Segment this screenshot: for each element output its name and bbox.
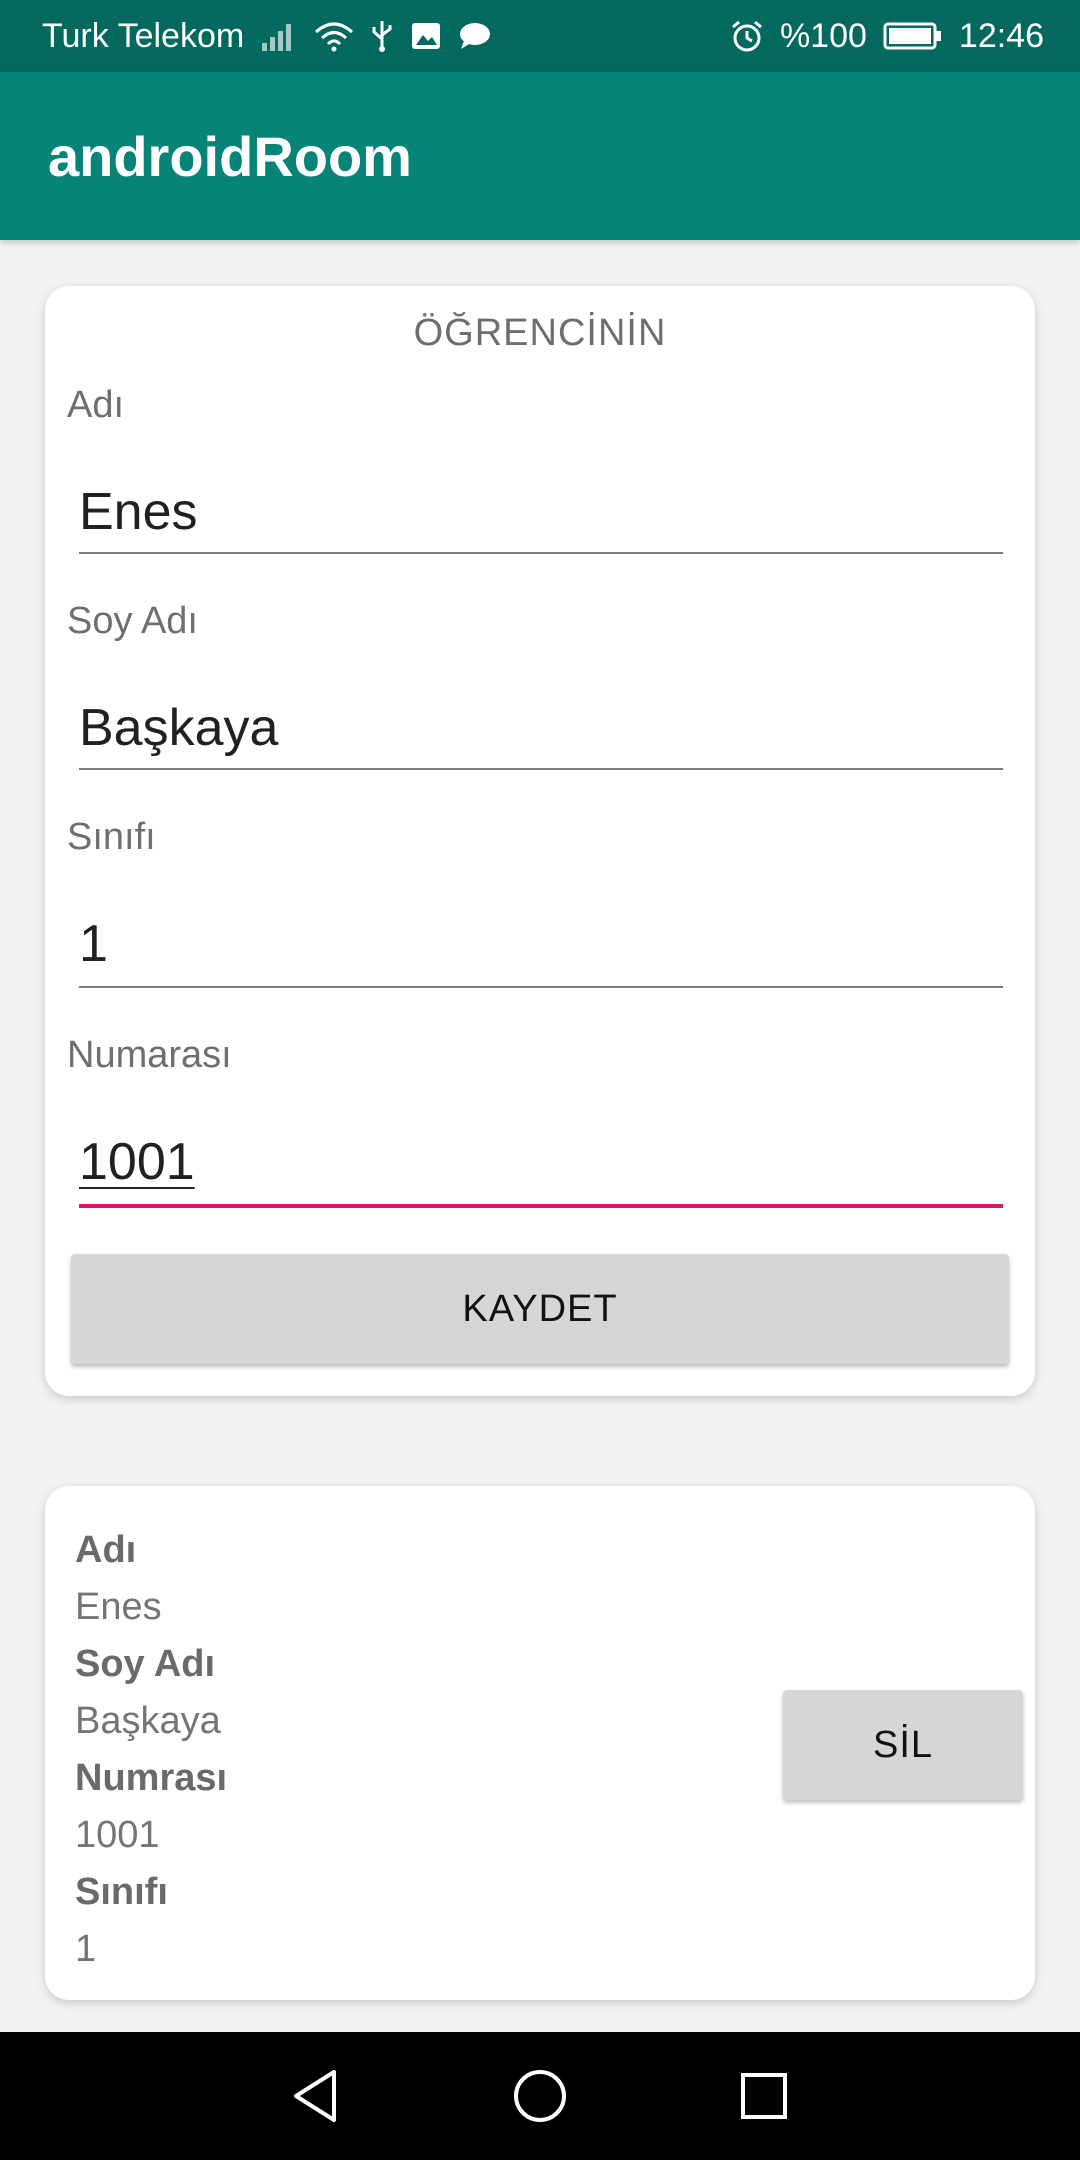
class-input-underline — [79, 986, 1003, 988]
clock: 12:46 — [958, 16, 1044, 55]
number-input[interactable]: 1001 — [79, 1132, 195, 1192]
delete-button[interactable]: SİL — [783, 1690, 1023, 1800]
home-icon[interactable] — [508, 2064, 572, 2128]
student-form-card: ÖĞRENCİNİN Adı Enes Soy Adı Başkaya Sını… — [45, 286, 1035, 1396]
record-class-value: 1 — [75, 1928, 97, 1970]
recents-icon[interactable] — [732, 2064, 796, 2128]
number-label: Numarası — [67, 1034, 232, 1076]
name-label: Adı — [67, 384, 125, 426]
record-number-value: 1001 — [75, 1814, 160, 1856]
surname-input-underline — [79, 768, 1003, 770]
surname-label: Soy Adı — [67, 600, 198, 642]
app-bar: androidRoom — [0, 72, 1080, 240]
record-surname-label: Soy Adı — [75, 1643, 216, 1685]
record-info: Adı Enes Soy Adı Başkaya Numrası 1001 Sı… — [75, 1522, 227, 1978]
app-title: androidRoom — [48, 124, 412, 188]
message-icon — [458, 21, 492, 51]
name-input-underline — [79, 552, 1003, 554]
back-icon[interactable] — [284, 2064, 348, 2128]
battery-icon — [883, 21, 943, 51]
class-input[interactable]: 1 — [79, 914, 108, 974]
usb-icon — [370, 19, 394, 53]
record-number-label: Numrası — [75, 1757, 228, 1799]
status-bar-left: Turk Telekom — [42, 17, 492, 56]
wifi-icon — [314, 20, 354, 52]
number-input-underline — [79, 1204, 1003, 1208]
class-label: Sınıfı — [67, 816, 156, 858]
record-class-label: Sınıfı — [75, 1871, 168, 1913]
save-button[interactable]: KAYDET — [71, 1254, 1009, 1364]
status-bar: Turk Telekom %100 12:46 — [0, 0, 1080, 72]
form-heading: ÖĞRENCİNİN — [413, 312, 667, 354]
student-record-card: Adı Enes Soy Adı Başkaya Numrası 1001 Sı… — [45, 1486, 1035, 2000]
gallery-icon — [410, 21, 442, 51]
record-name-value: Enes — [75, 1586, 162, 1628]
record-name-label: Adı — [75, 1529, 137, 1571]
record-surname-value: Başkaya — [75, 1700, 221, 1742]
name-input[interactable]: Enes — [79, 482, 198, 542]
alarm-icon — [730, 19, 764, 53]
battery-percent: %100 — [779, 16, 867, 55]
status-bar-right: %100 12:46 — [730, 17, 1044, 56]
signal-icon — [260, 21, 298, 51]
carrier-name: Turk Telekom — [42, 16, 245, 55]
navigation-bar — [0, 2032, 1080, 2160]
surname-input[interactable]: Başkaya — [79, 698, 278, 758]
